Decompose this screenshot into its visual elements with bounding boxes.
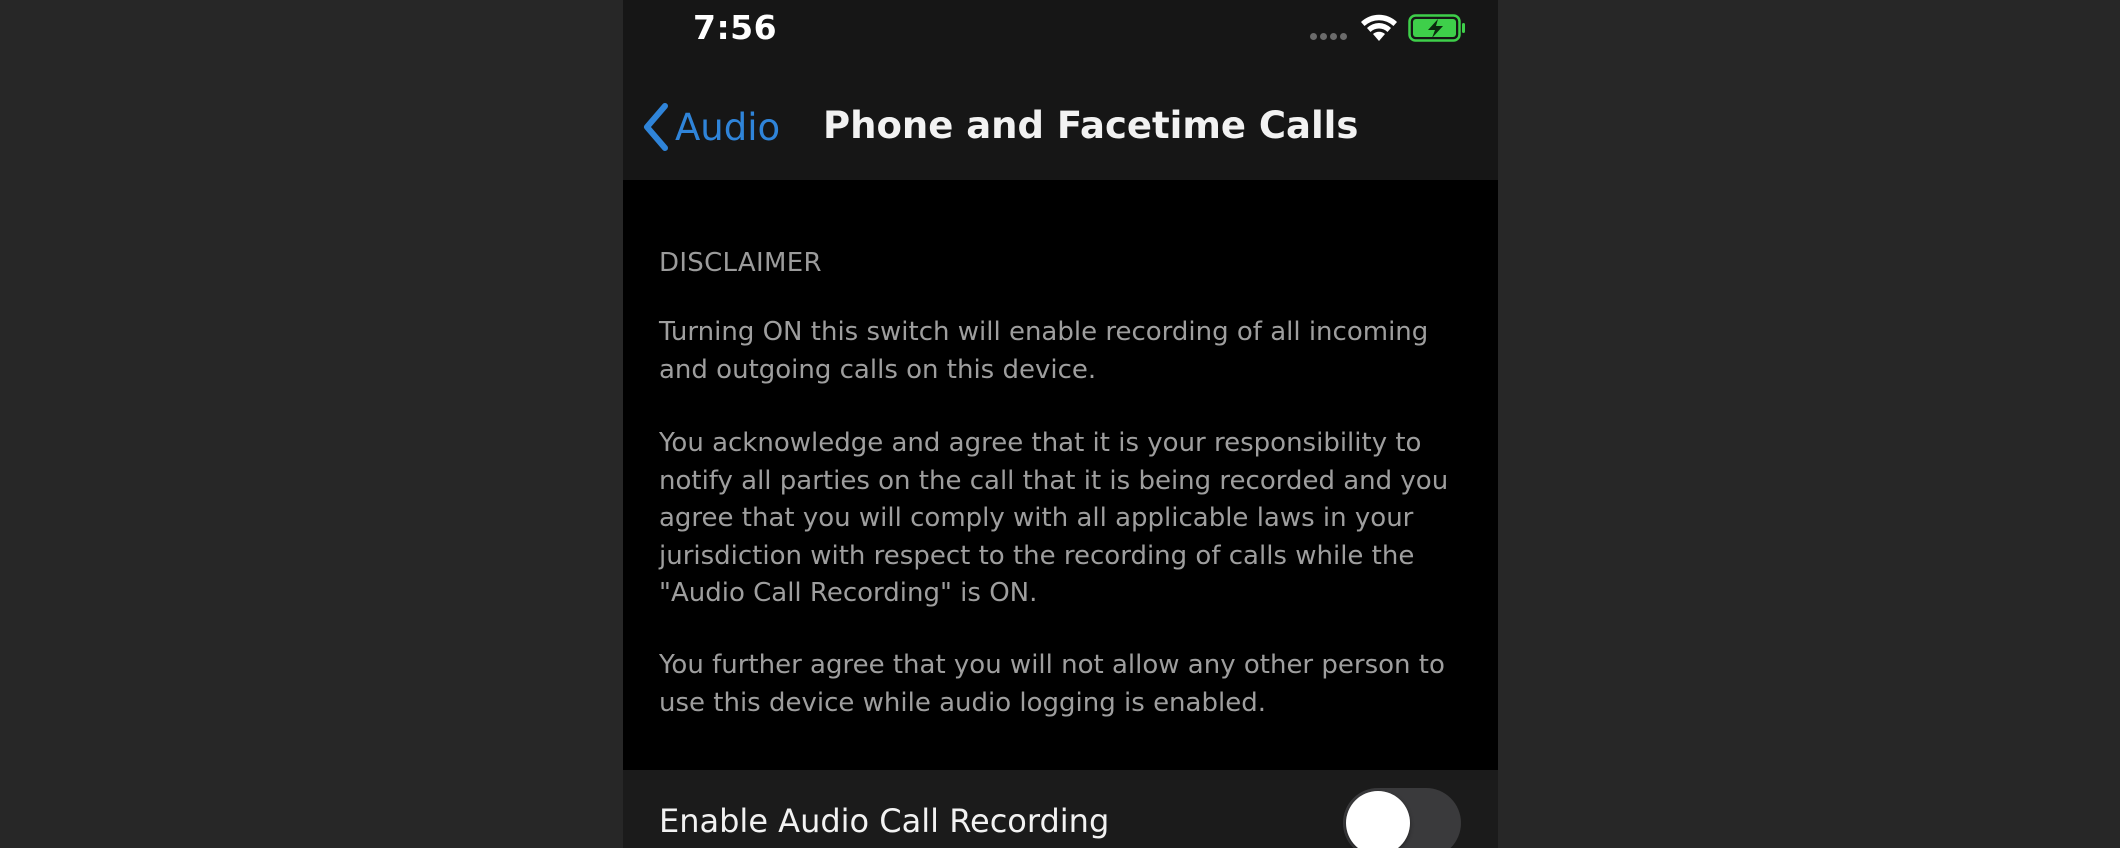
background: 7:56 Audio Phone and Facetime Calls DISC… xyxy=(0,0,2120,848)
disclaimer-section: DISCLAIMER Turning ON this switch will e… xyxy=(623,180,1498,770)
back-button[interactable]: Audio xyxy=(641,102,780,152)
enable-audio-call-recording-row: Enable Audio Call Recording xyxy=(623,770,1498,848)
chevron-left-icon xyxy=(644,103,668,151)
status-time: 7:56 xyxy=(693,8,778,47)
navigation-bar: Audio Phone and Facetime Calls xyxy=(623,58,1498,180)
back-button-label: Audio xyxy=(675,105,781,149)
toggle-knob xyxy=(1346,791,1410,848)
phone-screen: 7:56 Audio Phone and Facetime Calls DISC… xyxy=(623,0,1498,848)
toggle-label: Enable Audio Call Recording xyxy=(659,802,1110,840)
page-title: Phone and Facetime Calls xyxy=(823,104,1359,147)
status-bar: 7:56 xyxy=(623,0,1498,58)
disclaimer-header: DISCLAIMER xyxy=(659,248,822,278)
disclaimer-paragraph-1: Turning ON this switch will enable recor… xyxy=(659,317,1429,385)
disclaimer-paragraph-2: You acknowledge and agree that it is you… xyxy=(659,428,1449,608)
disclaimer-paragraph-3: You further agree that you will not allo… xyxy=(659,650,1445,718)
wifi-icon xyxy=(1361,14,1397,41)
battery-charging-icon xyxy=(1408,14,1465,42)
enable-audio-call-recording-toggle[interactable] xyxy=(1343,788,1461,848)
cellular-signal-icon xyxy=(1310,33,1350,41)
